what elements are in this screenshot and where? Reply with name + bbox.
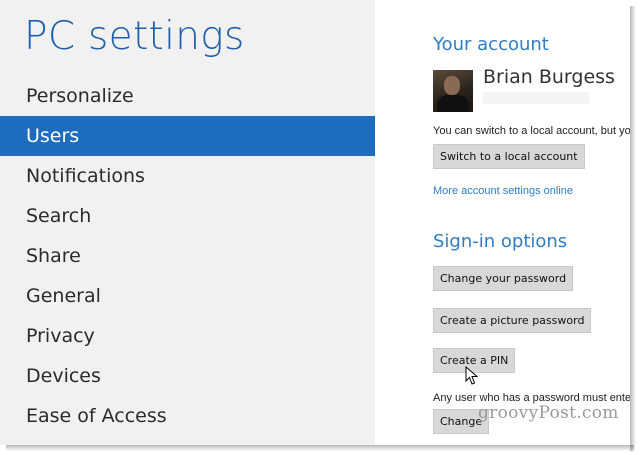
page-title: PC settings <box>24 14 245 59</box>
pc-settings-window: PC settings Personalize Users Notificati… <box>0 0 630 445</box>
user-name: Brian Burgess <box>483 66 615 88</box>
sidebar-item-ease-of-access[interactable]: Ease of Access <box>0 396 375 436</box>
your-account-heading: Your account <box>433 34 549 55</box>
avatar-face <box>444 76 460 95</box>
sidebar-item-share[interactable]: Share <box>0 236 375 276</box>
sidebar-item-personalize[interactable]: Personalize <box>0 76 375 116</box>
sign-in-options-heading: Sign-in options <box>433 231 568 252</box>
switch-to-local-account-button[interactable]: Switch to a local account <box>433 144 585 169</box>
sidebar-item-general[interactable]: General <box>0 276 375 316</box>
create-picture-password-button[interactable]: Create a picture password <box>433 308 592 333</box>
sidebar-item-privacy[interactable]: Privacy <box>0 316 375 356</box>
sidebar-item-search[interactable]: Search <box>0 196 375 236</box>
more-account-settings-link[interactable]: More account settings online <box>433 185 573 197</box>
sidebar-item-devices[interactable]: Devices <box>0 356 375 396</box>
window-shadow-bottom <box>6 445 634 451</box>
watermark: groovyPost.com <box>478 403 619 423</box>
avatar <box>433 70 473 112</box>
mouse-cursor-icon <box>465 366 479 385</box>
window-shadow-right <box>630 6 636 451</box>
account-email <box>483 92 589 104</box>
sidebar-nav: Personalize Users Notifications Search S… <box>0 76 375 436</box>
switch-account-text: You can switch to a local account, but y… <box>433 125 630 137</box>
sidebar-item-notifications[interactable]: Notifications <box>0 156 375 196</box>
change-password-button[interactable]: Change your password <box>433 266 574 291</box>
avatar-shirt <box>437 95 469 112</box>
sidebar-item-users[interactable]: Users <box>0 116 375 156</box>
settings-content: Your account Brian Burgess You can switc… <box>375 0 630 445</box>
settings-sidebar: PC settings Personalize Users Notificati… <box>0 0 375 445</box>
